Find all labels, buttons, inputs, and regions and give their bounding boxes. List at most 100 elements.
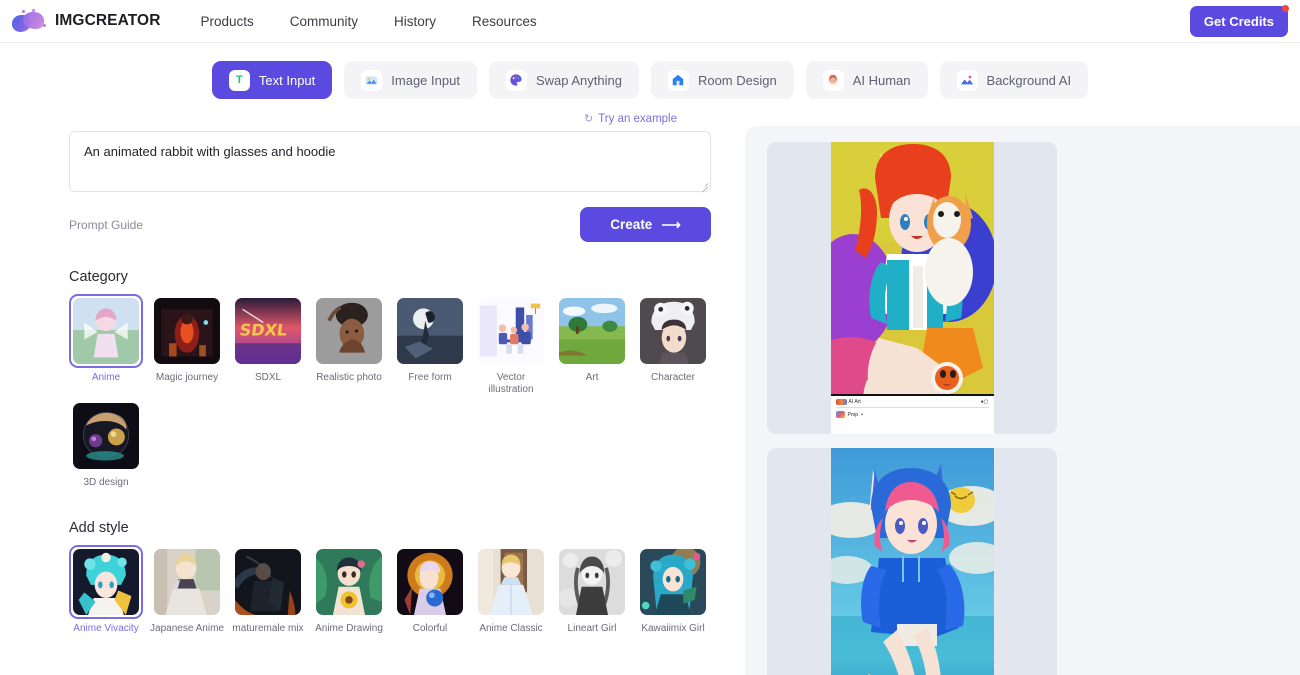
style-item-lineart-girl[interactable]: Lineart Girl: [555, 545, 629, 635]
category-item-art[interactable]: Art: [555, 294, 629, 395]
category-label: Vector illustration: [488, 372, 534, 395]
brand-name: IMGCREATOR: [55, 12, 161, 29]
category-thumb: [559, 298, 625, 364]
prompt-guide-link[interactable]: Prompt Guide: [69, 218, 143, 232]
app-header: IMGCREATOR Products Community History Re…: [0, 0, 1300, 43]
result-card-1[interactable]: AI Art ●▢ Prop •: [767, 142, 1057, 434]
category-label: 3D design: [83, 477, 129, 488]
try-an-example-label: Try an example: [598, 112, 677, 125]
category-label: Free form: [408, 372, 452, 383]
category-item-anime[interactable]: Anime: [69, 294, 143, 395]
nav-item-history[interactable]: History: [376, 14, 454, 29]
results-panel: AI Art ●▢ Prop •: [745, 126, 1300, 675]
tab-swap-anything[interactable]: Swap Anything: [488, 61, 639, 99]
style-title: Add style: [69, 519, 129, 536]
category-title: Category: [69, 269, 128, 285]
style-label: Kawaiimix Girl: [641, 622, 705, 634]
category-item-free-form[interactable]: Free form: [393, 294, 467, 395]
style-item-japanese-anime[interactable]: Japanese Anime: [150, 545, 224, 635]
arrow-right-icon: ⟶: [661, 216, 681, 232]
style-label: Lineart Girl: [567, 622, 617, 634]
style-thumb: [154, 548, 220, 615]
category-label: Realistic photo: [316, 372, 382, 383]
prompt-input[interactable]: An animated rabbit with glasses and hood…: [69, 131, 711, 193]
style-thumb: [640, 548, 706, 615]
nav-item-resources[interactable]: Resources: [454, 14, 555, 29]
nav-item-products[interactable]: Products: [182, 14, 271, 29]
style-item-anime-classic[interactable]: Anime Classic: [474, 545, 548, 635]
style-label: Japanese Anime: [150, 622, 224, 634]
style-thumb: [235, 548, 301, 615]
refresh-icon: ↻: [583, 113, 594, 125]
prompt-actions: Prompt Guide Create ⟶: [69, 207, 711, 242]
tab-image-input[interactable]: Image Input: [344, 61, 477, 99]
left-panel: ↻ Try an example An animated rabbit with…: [0, 112, 745, 675]
style-item-anime-drawing[interactable]: Anime Drawing: [312, 545, 386, 635]
notification-dot-icon: [1282, 4, 1289, 12]
resize-handle[interactable]: [699, 180, 709, 193]
style-thumb: [316, 548, 382, 615]
style-item-kawaiimix-girl[interactable]: Kawaiimix Girl: [636, 545, 710, 635]
ai-human-icon: [822, 69, 844, 91]
result-card-2[interactable]: [767, 448, 1057, 675]
create-button-label: Create: [610, 217, 653, 232]
brand-logo-icon: [835, 399, 847, 405]
text-input-glyph: T: [236, 74, 243, 86]
image-input-icon: [361, 69, 383, 91]
tab-ai-human[interactable]: AI Human: [805, 61, 928, 99]
style-item-maturemale-mix[interactable]: maturemale mix: [231, 545, 305, 635]
tab-label: Room Design: [697, 72, 777, 88]
brand[interactable]: IMGCREATOR: [10, 8, 160, 34]
try-example-row: ↻ Try an example: [69, 112, 711, 126]
tab-label: Background AI: [986, 72, 1072, 88]
category-item-magic-journey[interactable]: Magic journey: [150, 294, 224, 395]
tab-label: Text Input: [258, 72, 316, 88]
category-label: Magic journey: [155, 372, 219, 383]
tab-room-design[interactable]: Room Design: [650, 61, 794, 99]
category-thumb: [73, 298, 139, 364]
result-image-2[interactable]: [830, 448, 994, 675]
caption-user: Prop: [847, 411, 859, 418]
style-label: Anime Drawing: [315, 622, 383, 634]
prompt-value: An animated rabbit with glasses and hood…: [84, 144, 336, 159]
style-label: maturemale mix: [232, 622, 304, 634]
category-label: Anime: [91, 372, 121, 383]
style-item-colorful[interactable]: Colorful: [393, 545, 467, 635]
nav-item-community[interactable]: Community: [272, 14, 376, 29]
style-thumb: [559, 548, 625, 615]
mode-tabs: T Text Input Image Input Swap Anything R…: [0, 43, 1300, 99]
category-label: SDXL: [254, 372, 282, 383]
caption-footer: Prop •: [835, 408, 989, 418]
background-ai-icon: [956, 69, 978, 91]
category-thumb: [640, 298, 706, 364]
style-item-anime-vivacity[interactable]: Anime Vivacity: [69, 544, 143, 635]
caption-actions-icon[interactable]: ●▢: [981, 399, 989, 405]
room-design-icon: [667, 69, 689, 91]
results-row: AI Art ●▢ Prop •: [767, 142, 1300, 675]
caption-meta: •: [861, 411, 863, 418]
category-thumb: [73, 403, 139, 469]
category-thumb: [397, 298, 463, 364]
try-an-example-link[interactable]: ↻ Try an example: [583, 112, 677, 126]
category-grid: Anime Magic journey SDXL SDXL Realistic …: [69, 294, 719, 493]
get-credits-wrap: Get Credits: [1189, 4, 1289, 37]
category-item-vector-illustration[interactable]: Vector illustration: [474, 294, 548, 395]
style-thumb: [478, 548, 544, 615]
category-item-sdxl[interactable]: SDXL SDXL: [231, 294, 305, 395]
category-item-3d-design[interactable]: 3D design: [69, 399, 143, 489]
tab-text-input[interactable]: T Text Input: [211, 61, 333, 99]
swap-anything-icon: [505, 69, 527, 91]
caption-header: AI Art ●▢: [835, 399, 989, 408]
get-credits-button[interactable]: Get Credits: [1189, 5, 1288, 37]
style-label: Anime Classic: [479, 622, 543, 634]
result-image-1[interactable]: AI Art ●▢ Prop •: [830, 142, 994, 434]
caption-title: AI Art: [848, 399, 861, 405]
tab-label: Image Input: [391, 72, 460, 88]
create-button[interactable]: Create ⟶: [580, 207, 711, 242]
style-label: Colorful: [412, 622, 448, 634]
tab-label: Swap Anything: [535, 72, 622, 88]
style-label: Anime Vivacity: [73, 622, 139, 634]
tab-background-ai[interactable]: Background AI: [939, 61, 1089, 99]
category-item-realistic-photo[interactable]: Realistic photo: [312, 294, 386, 395]
category-item-character[interactable]: Character: [636, 294, 710, 395]
